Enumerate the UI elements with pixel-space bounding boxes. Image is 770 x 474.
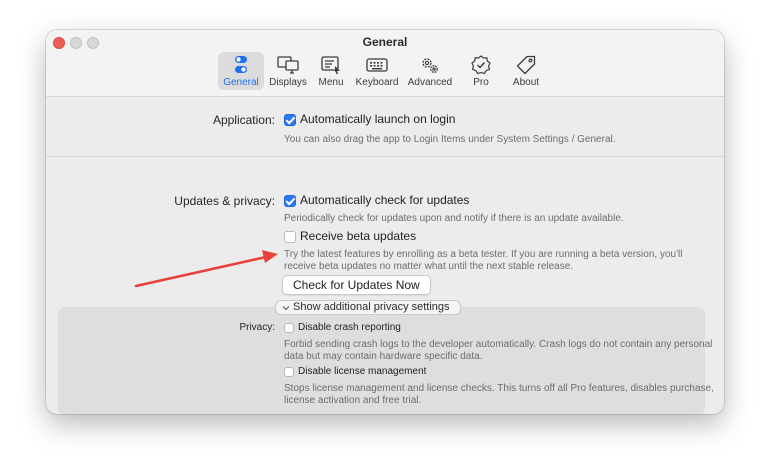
tab-displays-label: Displays <box>269 77 307 88</box>
preferences-window: General General Displays Menu Keyboard A… <box>46 30 724 414</box>
license-management-help-line2: license activation and free trial. <box>284 395 422 406</box>
tab-menu-label: Menu <box>318 77 344 88</box>
disclosure-label: Show additional privacy settings <box>293 301 450 313</box>
tab-advanced[interactable]: Advanced <box>406 52 454 90</box>
crash-reporting-help-line2: data but may contain hardware specific d… <box>284 351 483 362</box>
updates-section-label: Updates & privacy: <box>174 194 275 208</box>
privacy-section-label: Privacy: <box>239 322 275 333</box>
tab-menu[interactable]: Menu <box>314 52 348 90</box>
auto-check-updates-help: Periodically check for updates upon and … <box>284 213 624 224</box>
check-for-updates-button[interactable]: Check for Updates Now <box>282 275 431 295</box>
launch-on-login-help: You can also drag the app to Login Items… <box>284 134 616 145</box>
show-privacy-settings-disclosure[interactable]: Show additional privacy settings <box>275 300 461 315</box>
window-title: General <box>362 35 408 49</box>
titlebar: General General Displays Menu Keyboard A… <box>46 30 724 97</box>
tab-keyboard[interactable]: Keyboard <box>354 52 400 90</box>
tab-general[interactable]: General <box>218 52 264 90</box>
chevron-down-icon <box>282 303 290 311</box>
tab-displays[interactable]: Displays <box>266 52 310 90</box>
disable-crash-reporting-checkbox[interactable] <box>284 323 294 333</box>
general-pane: Application: Automatically launch on log… <box>46 97 724 414</box>
gears-icon <box>422 58 438 73</box>
toggles-icon <box>235 56 247 73</box>
beta-updates-label[interactable]: Receive beta updates <box>300 229 416 243</box>
beta-updates-help-line2: receive beta updates no matter what unti… <box>284 261 574 272</box>
section-divider <box>46 156 724 157</box>
launch-on-login-label[interactable]: Automatically launch on login <box>300 112 455 126</box>
application-section-label: Application: <box>212 113 275 127</box>
beta-updates-checkbox[interactable] <box>284 231 296 243</box>
tab-general-label: General <box>223 77 259 88</box>
displays-icon <box>277 56 299 74</box>
badge-check-icon <box>471 55 491 75</box>
auto-check-updates-checkbox[interactable] <box>284 195 296 207</box>
tab-pro[interactable]: Pro <box>466 52 496 90</box>
menu-icon <box>321 56 340 74</box>
tab-advanced-label: Advanced <box>407 77 453 88</box>
disable-license-management-label[interactable]: Disable license management <box>298 366 426 377</box>
tab-about[interactable]: About <box>508 52 544 90</box>
tag-icon <box>516 55 536 75</box>
tab-keyboard-label: Keyboard <box>355 77 399 88</box>
tab-pro-label: Pro <box>473 77 489 88</box>
auto-check-updates-label[interactable]: Automatically check for updates <box>300 193 469 207</box>
disable-license-management-checkbox[interactable] <box>284 367 294 377</box>
tab-about-label: About <box>512 77 540 88</box>
disable-crash-reporting-label[interactable]: Disable crash reporting <box>298 322 401 333</box>
keyboard-icon <box>366 58 388 72</box>
launch-on-login-checkbox[interactable] <box>284 114 296 126</box>
